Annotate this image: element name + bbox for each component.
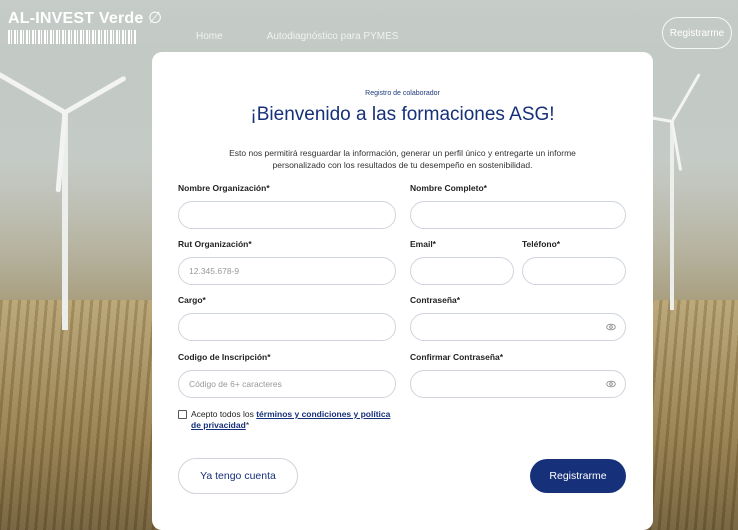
org-rut-input[interactable]: 12.345.678-9 — [178, 257, 396, 285]
role-label: Cargo* — [178, 295, 206, 305]
code-label: Codigo de Inscripción* — [178, 352, 271, 362]
org-name-input[interactable] — [178, 201, 396, 229]
description-line-2: personalizado con los resultados de tu d… — [272, 160, 533, 170]
email-input[interactable] — [410, 257, 514, 285]
form-subtitle: Registro de colaborador — [365, 90, 440, 97]
org-rut-label: Rut Organización* — [178, 239, 252, 249]
terms-suffix: * — [245, 420, 250, 430]
registration-card: Registro de colaborador ¡Bienvenido a la… — [152, 52, 653, 530]
password-label: Contraseña* — [410, 295, 461, 305]
phone-input[interactable] — [522, 257, 626, 285]
leaf-icon: ∅ — [148, 10, 163, 27]
org-name-label: Nombre Organización* — [178, 183, 270, 193]
wind-turbine-left — [0, 0, 150, 330]
top-nav: Home Autodiagnóstico para PYMES — [196, 31, 398, 42]
show-password-icon[interactable] — [606, 322, 616, 332]
form-title: ¡Bienvenido a las formaciones ASG! — [250, 104, 555, 125]
terms-row: Acepto todos los términos y condiciones … — [178, 409, 401, 431]
description-line-1: Esto nos permitirá resguardar la informa… — [229, 148, 576, 158]
wind-turbine-right — [627, 73, 738, 310]
header-register-button[interactable]: Registrarme — [662, 17, 732, 49]
terms-checkbox[interactable] — [178, 410, 187, 419]
brand-stripes — [8, 30, 136, 44]
nav-self-diagnosis[interactable]: Autodiagnóstico para PYMES — [267, 31, 399, 42]
confirm-password-label: Confirmar Contraseña* — [410, 352, 504, 362]
nav-home[interactable]: Home — [196, 31, 223, 42]
form-description: Esto nos permitirá resguardar la informa… — [192, 147, 613, 171]
confirm-password-input[interactable] — [410, 370, 626, 398]
email-label: Email* — [410, 239, 436, 249]
password-input[interactable] — [410, 313, 626, 341]
register-submit-button[interactable]: Registrarme — [530, 459, 626, 493]
have-account-button[interactable]: Ya tengo cuenta — [178, 458, 298, 494]
full-name-input[interactable] — [410, 201, 626, 229]
phone-label: Teléfono* — [522, 239, 561, 249]
org-rut-placeholder: 12.345.678-9 — [189, 266, 240, 276]
brand-name: AL-INVEST Verde — [8, 10, 144, 27]
full-name-label: Nombre Completo* — [410, 183, 487, 193]
terms-prefix: Acepto todos los — [191, 409, 257, 419]
code-input[interactable]: Código de 6+ caracteres — [178, 370, 396, 398]
role-input[interactable] — [178, 313, 396, 341]
show-confirm-password-icon[interactable] — [606, 379, 616, 389]
code-placeholder: Código de 6+ caracteres — [189, 379, 282, 389]
brand-logo[interactable]: AL-INVEST Verde ∅ — [8, 8, 162, 44]
